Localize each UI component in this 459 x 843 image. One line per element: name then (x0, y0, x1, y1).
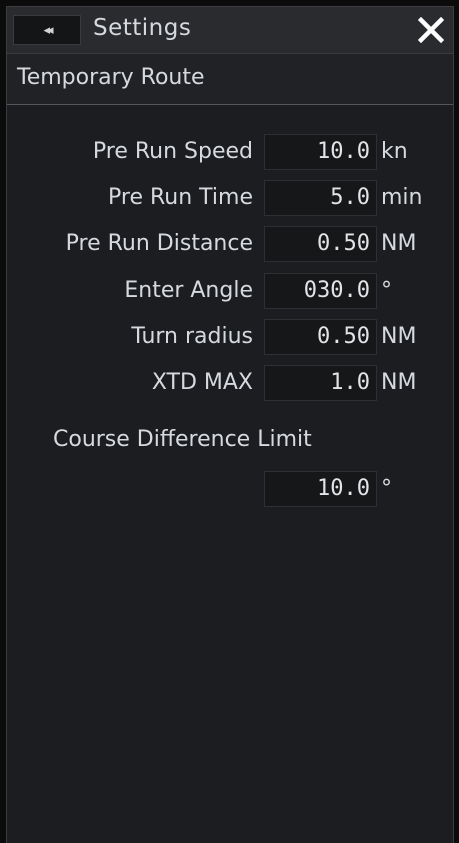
pre-run-time-unit: min (381, 185, 423, 210)
xtd-max-row: XTD MAX 1.0 NM (7, 365, 453, 401)
course-difference-limit-unit: ° (381, 476, 392, 501)
double-chevron-left-icon: ◂◂ (43, 22, 53, 38)
title-bar: ◂◂ Settings (7, 7, 453, 54)
pre-run-time-row: Pre Run Time 5.0 min (7, 180, 453, 216)
close-icon (418, 17, 444, 43)
close-button[interactable] (413, 12, 449, 48)
collapse-button[interactable]: ◂◂ (13, 15, 81, 45)
enter-angle-label: Enter Angle (124, 278, 253, 303)
section-title: Temporary Route (17, 65, 205, 90)
turn-radius-label: Turn radius (131, 324, 253, 349)
enter-angle-unit: ° (381, 278, 392, 303)
pre-run-distance-label: Pre Run Distance (65, 231, 253, 256)
pre-run-speed-row: Pre Run Speed 10.0 kn (7, 134, 453, 170)
xtd-max-field[interactable]: 1.0 (264, 365, 377, 401)
section-header: Temporary Route (7, 54, 453, 105)
course-difference-limit-label: Course Difference Limit (53, 427, 312, 452)
pre-run-distance-row: Pre Run Distance 0.50 NM (7, 226, 453, 262)
course-difference-limit-field[interactable]: 10.0 (264, 471, 377, 507)
xtd-max-label: XTD MAX (151, 370, 253, 395)
turn-radius-field[interactable]: 0.50 (264, 319, 377, 355)
pre-run-distance-field[interactable]: 0.50 (264, 226, 377, 262)
turn-radius-unit: NM (381, 324, 417, 349)
turn-radius-row: Turn radius 0.50 NM (7, 319, 453, 355)
enter-angle-row: Enter Angle 030.0 ° (7, 273, 453, 309)
pre-run-speed-field[interactable]: 10.0 (264, 134, 377, 170)
pre-run-speed-label: Pre Run Speed (92, 139, 253, 164)
enter-angle-field[interactable]: 030.0 (264, 273, 377, 309)
xtd-max-unit: NM (381, 370, 417, 395)
pre-run-speed-unit: kn (381, 139, 408, 164)
settings-panel: ◂◂ Settings Temporary Route Pre Run Spee… (6, 6, 454, 843)
course-difference-limit-row: 10.0 ° (7, 471, 453, 507)
pre-run-time-field[interactable]: 5.0 (264, 180, 377, 216)
window-title: Settings (93, 15, 192, 41)
pre-run-distance-unit: NM (381, 231, 417, 256)
pre-run-time-label: Pre Run Time (108, 185, 253, 210)
